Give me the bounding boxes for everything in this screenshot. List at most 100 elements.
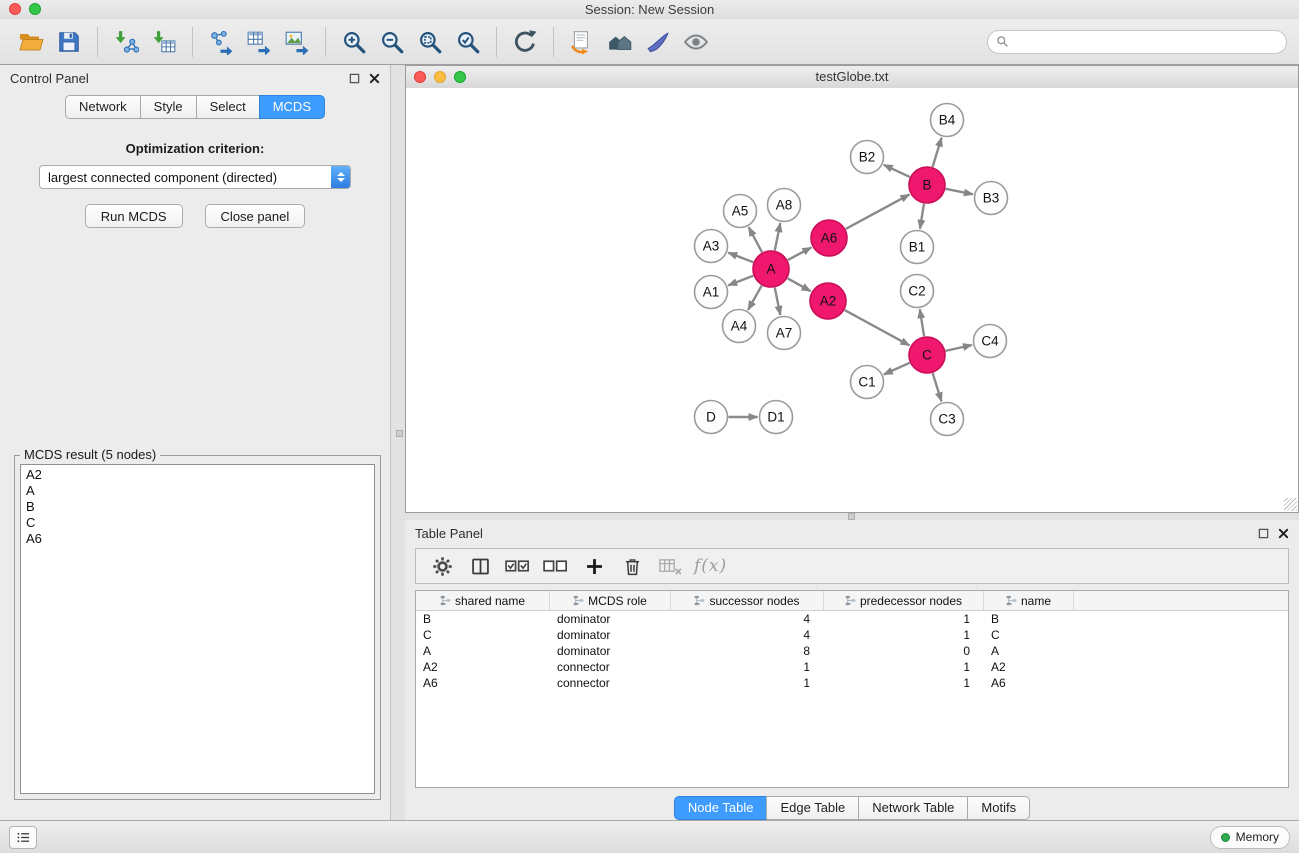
table-row[interactable]: A6connector11A6 [416, 675, 1288, 691]
export-image-icon[interactable] [278, 23, 316, 61]
node-A6[interactable]: A6 [811, 220, 847, 256]
result-item[interactable]: B [26, 499, 369, 515]
close-window-icon[interactable] [9, 3, 21, 15]
node-C2[interactable]: C2 [901, 275, 934, 308]
node-A[interactable]: A [753, 251, 789, 287]
result-item[interactable]: A [26, 483, 369, 499]
edge-A-A2[interactable] [788, 278, 811, 291]
close-panel-button[interactable]: Close panel [205, 204, 306, 228]
tab-motifs[interactable]: Motifs [967, 796, 1030, 820]
splitter-handle[interactable] [848, 513, 855, 520]
table-cell[interactable]: 1 [824, 612, 984, 626]
result-item[interactable]: A2 [26, 467, 369, 483]
table-cell[interactable]: 1 [824, 660, 984, 674]
close-panel-icon[interactable] [369, 73, 380, 84]
node-A1[interactable]: A1 [695, 276, 728, 309]
save-session-icon[interactable] [50, 23, 88, 61]
edge-B-B3[interactable] [946, 189, 973, 195]
edge-C-C2[interactable] [920, 309, 924, 336]
close-panel-icon[interactable] [1278, 528, 1289, 539]
table-cell[interactable]: A2 [984, 660, 1074, 674]
table-cell[interactable]: dominator [550, 628, 671, 642]
table-row[interactable]: Cdominator41C [416, 627, 1288, 643]
tab-style[interactable]: Style [140, 95, 197, 119]
node-A4[interactable]: A4 [723, 310, 756, 343]
minimize-network-icon[interactable] [434, 71, 446, 83]
export-table-icon[interactable] [240, 23, 278, 61]
import-table-file-icon[interactable] [145, 23, 183, 61]
table-cell[interactable]: 4 [671, 628, 824, 642]
table-cell[interactable]: B [984, 612, 1074, 626]
table-cell[interactable]: 1 [824, 676, 984, 690]
node-C1[interactable]: C1 [851, 366, 884, 399]
column-header-name[interactable]: name [984, 591, 1074, 610]
node-A5[interactable]: A5 [724, 195, 757, 228]
run-mcds-button[interactable]: Run MCDS [85, 204, 183, 228]
edge-B-B2[interactable] [884, 165, 910, 177]
show-graphics-details-icon[interactable] [677, 23, 715, 61]
tab-network-table[interactable]: Network Table [858, 796, 968, 820]
edge-A-A7[interactable] [775, 288, 781, 315]
edge-A-A8[interactable] [775, 223, 781, 250]
result-item[interactable]: C [26, 515, 369, 531]
table-row[interactable]: A2connector11A2 [416, 659, 1288, 675]
tab-mcds[interactable]: MCDS [259, 95, 325, 119]
node-A2[interactable]: A2 [810, 283, 846, 319]
edge-A-A3[interactable] [728, 253, 753, 263]
tab-edge-table[interactable]: Edge Table [766, 796, 859, 820]
table-cell[interactable]: B [416, 612, 550, 626]
edge-A-A4[interactable] [748, 286, 762, 310]
edge-B-B1[interactable] [920, 204, 924, 229]
node-C3[interactable]: C3 [931, 403, 964, 436]
network-canvas[interactable]: AA1A2A3A4A5A6A7A8BB1B2B3B4CC1C2C3C4DD1 [406, 88, 1298, 512]
optimization-criterion-select[interactable]: largest connected component (directed) [39, 165, 351, 189]
zoom-out-icon[interactable] [373, 23, 411, 61]
zoom-window-icon[interactable] [29, 3, 41, 15]
table-cell[interactable]: connector [550, 660, 671, 674]
task-history-button[interactable] [9, 826, 37, 849]
edge-A2-C[interactable] [845, 310, 910, 345]
mcds-result-list[interactable]: A2ABCA6 [20, 464, 375, 794]
table-settings-icon[interactable] [428, 552, 456, 580]
table-row[interactable]: Bdominator41B [416, 611, 1288, 627]
close-network-icon[interactable] [414, 71, 426, 83]
zoom-in-icon[interactable] [335, 23, 373, 61]
table-cell[interactable]: A6 [416, 676, 550, 690]
table-cell[interactable]: dominator [550, 612, 671, 626]
show-all-icon[interactable] [601, 23, 639, 61]
open-session-icon[interactable] [12, 23, 50, 61]
table-cell[interactable]: connector [550, 676, 671, 690]
column-header-predecessor-nodes[interactable]: predecessor nodes [824, 591, 984, 610]
node-B2[interactable]: B2 [851, 141, 884, 174]
float-panel-icon[interactable] [1258, 528, 1269, 539]
table-cell[interactable]: 1 [671, 676, 824, 690]
resize-grip-icon[interactable] [1284, 498, 1297, 511]
node-B[interactable]: B [909, 167, 945, 203]
node-C[interactable]: C [909, 337, 945, 373]
table-cell[interactable]: 0 [824, 644, 984, 658]
column-header-shared-name[interactable]: shared name [416, 591, 550, 610]
edge-B-B4[interactable] [933, 138, 942, 167]
node-A3[interactable]: A3 [695, 230, 728, 263]
table-cell[interactable]: C [984, 628, 1074, 642]
node-A7[interactable]: A7 [768, 317, 801, 350]
import-network-file-icon[interactable] [107, 23, 145, 61]
tab-select[interactable]: Select [196, 95, 260, 119]
search-input[interactable] [1014, 34, 1278, 50]
table-cell[interactable]: A6 [984, 676, 1074, 690]
deselect-all-rows-icon[interactable] [542, 552, 570, 580]
column-header-MCDS-role[interactable]: MCDS role [550, 591, 671, 610]
first-neighbors-icon[interactable] [563, 23, 601, 61]
select-all-rows-icon[interactable] [504, 552, 532, 580]
network-window-titlebar[interactable]: testGlobe.txt [406, 66, 1298, 89]
edge-A-A1[interactable] [728, 276, 753, 286]
tab-node-table[interactable]: Node Table [674, 796, 768, 820]
memory-button[interactable]: Memory [1210, 826, 1290, 849]
table-cell[interactable]: A2 [416, 660, 550, 674]
node-B4[interactable]: B4 [931, 104, 964, 137]
table-cell[interactable]: 1 [671, 660, 824, 674]
table-cell[interactable]: 1 [824, 628, 984, 642]
add-column-icon[interactable] [580, 552, 608, 580]
node-C4[interactable]: C4 [974, 325, 1007, 358]
edge-A-A6[interactable] [788, 247, 812, 260]
